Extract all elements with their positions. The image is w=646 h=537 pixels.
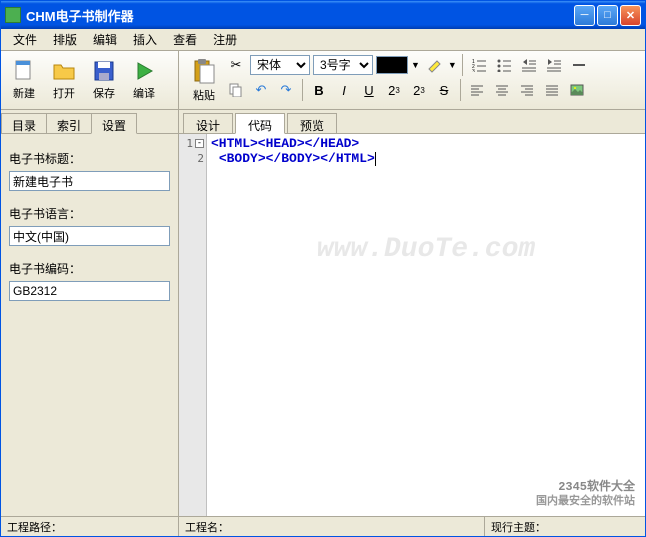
italic-icon[interactable]: I [333,79,355,101]
titlebar[interactable]: CHM电子书制作器 ─ □ ✕ [1,1,645,29]
highlight-icon[interactable] [423,54,445,76]
menu-register[interactable]: 注册 [205,29,245,50]
minimize-button[interactable]: ─ [574,5,595,26]
play-icon [132,59,156,83]
subscript-icon[interactable]: 23 [408,79,430,101]
align-center-icon[interactable] [491,79,513,101]
code-editor[interactable]: 1- 2 <HTML><HEAD></HEAD> <BODY></BODY></… [179,134,645,516]
undo-icon[interactable]: ↶ [250,79,272,101]
menu-insert[interactable]: 插入 [125,29,165,50]
app-icon [5,7,21,23]
tab-preview[interactable]: 预览 [287,113,337,133]
status-path: 工程路径： [1,517,179,536]
new-icon [12,59,36,83]
toolbar-right: 粘贴 ✂ 宋体 3号字 ▼ ▼ 123 [179,51,645,109]
hr-icon[interactable] [568,54,590,76]
underline-icon[interactable]: U [358,79,380,101]
cut-icon[interactable]: ✂ [225,54,247,76]
menu-view[interactable]: 查看 [165,29,205,50]
title-label: 电子书标题： [9,150,170,167]
app-window: CHM电子书制作器 ─ □ ✕ 文件 排版 编辑 插入 查看 注册 新建 打开 … [0,0,646,537]
size-select[interactable]: 3号字 [313,55,373,75]
image-icon[interactable] [566,79,588,101]
paste-icon [190,57,218,85]
superscript-icon[interactable]: 23 [383,79,405,101]
left-tabs: 目录 索引 设置 [1,110,178,134]
watermark-brand: 2345软件大全 [558,477,635,494]
toolbar-left: 新建 打开 保存 编译 [1,51,179,109]
tab-settings[interactable]: 设置 [91,113,137,134]
watermark: www.DuoTe.com [317,234,535,265]
list-bullet-icon[interactable] [493,54,515,76]
title-input[interactable] [9,171,170,191]
maximize-button[interactable]: □ [597,5,618,26]
menubar: 文件 排版 编辑 插入 查看 注册 [1,29,645,51]
encoding-label: 电子书编码： [9,260,170,277]
close-button[interactable]: ✕ [620,5,641,26]
list-numbered-icon[interactable]: 123 [468,54,490,76]
open-button[interactable]: 打开 [45,56,83,104]
code-text[interactable]: <HTML><HEAD></HEAD> <BODY></BODY></HTML>… [207,134,645,516]
bold-icon[interactable]: B [308,79,330,101]
tab-design[interactable]: 设计 [183,113,233,133]
main-area: 目录 索引 设置 电子书标题： 电子书语言： 电子书编码： 设计 代码 预览 [1,110,645,516]
watermark-sub: 国内最安全的软件站 [536,492,635,508]
tab-index[interactable]: 索引 [46,113,92,133]
status-name: 工程名： [179,517,485,536]
right-tabs: 设计 代码 预览 [179,110,645,134]
compile-button[interactable]: 编译 [125,56,163,104]
line-gutter: 1- 2 [179,134,207,516]
statusbar: 工程路径： 工程名： 现行主题： [1,516,645,536]
menu-file[interactable]: 文件 [5,29,45,50]
right-panel: 设计 代码 预览 1- 2 <HTML><HEAD></HEAD> <BODY>… [179,110,645,516]
left-panel: 目录 索引 设置 电子书标题： 电子书语言： 电子书编码： [1,110,179,516]
new-button[interactable]: 新建 [5,56,43,104]
font-select[interactable]: 宋体 [250,55,310,75]
paste-button[interactable]: 粘贴 [183,54,225,106]
encoding-input[interactable] [9,281,170,301]
window-title: CHM电子书制作器 [26,6,574,25]
outdent-icon[interactable] [518,54,540,76]
strikethrough-icon[interactable]: S [433,79,455,101]
open-icon [52,59,76,83]
tab-code[interactable]: 代码 [235,113,285,134]
align-right-icon[interactable] [516,79,538,101]
status-theme: 现行主题： [485,517,645,536]
svg-text:3: 3 [472,69,475,72]
save-button[interactable]: 保存 [85,56,123,104]
text-cursor [375,152,376,166]
menu-layout[interactable]: 排版 [45,29,85,50]
toolbar: 新建 打开 保存 编译 粘贴 [1,51,645,110]
settings-panel: 电子书标题： 电子书语言： 电子书编码： [1,134,178,516]
lang-label: 电子书语言： [9,205,170,222]
font-color-picker[interactable] [376,56,408,74]
lang-input[interactable] [9,226,170,246]
align-justify-icon[interactable] [541,79,563,101]
align-left-icon[interactable] [466,79,488,101]
fold-icon[interactable]: - [195,139,204,148]
redo-icon[interactable]: ↷ [275,79,297,101]
indent-icon[interactable] [543,54,565,76]
menu-edit[interactable]: 编辑 [85,29,125,50]
save-icon [92,59,116,83]
tab-toc[interactable]: 目录 [1,113,47,133]
copy-icon[interactable] [225,79,247,101]
